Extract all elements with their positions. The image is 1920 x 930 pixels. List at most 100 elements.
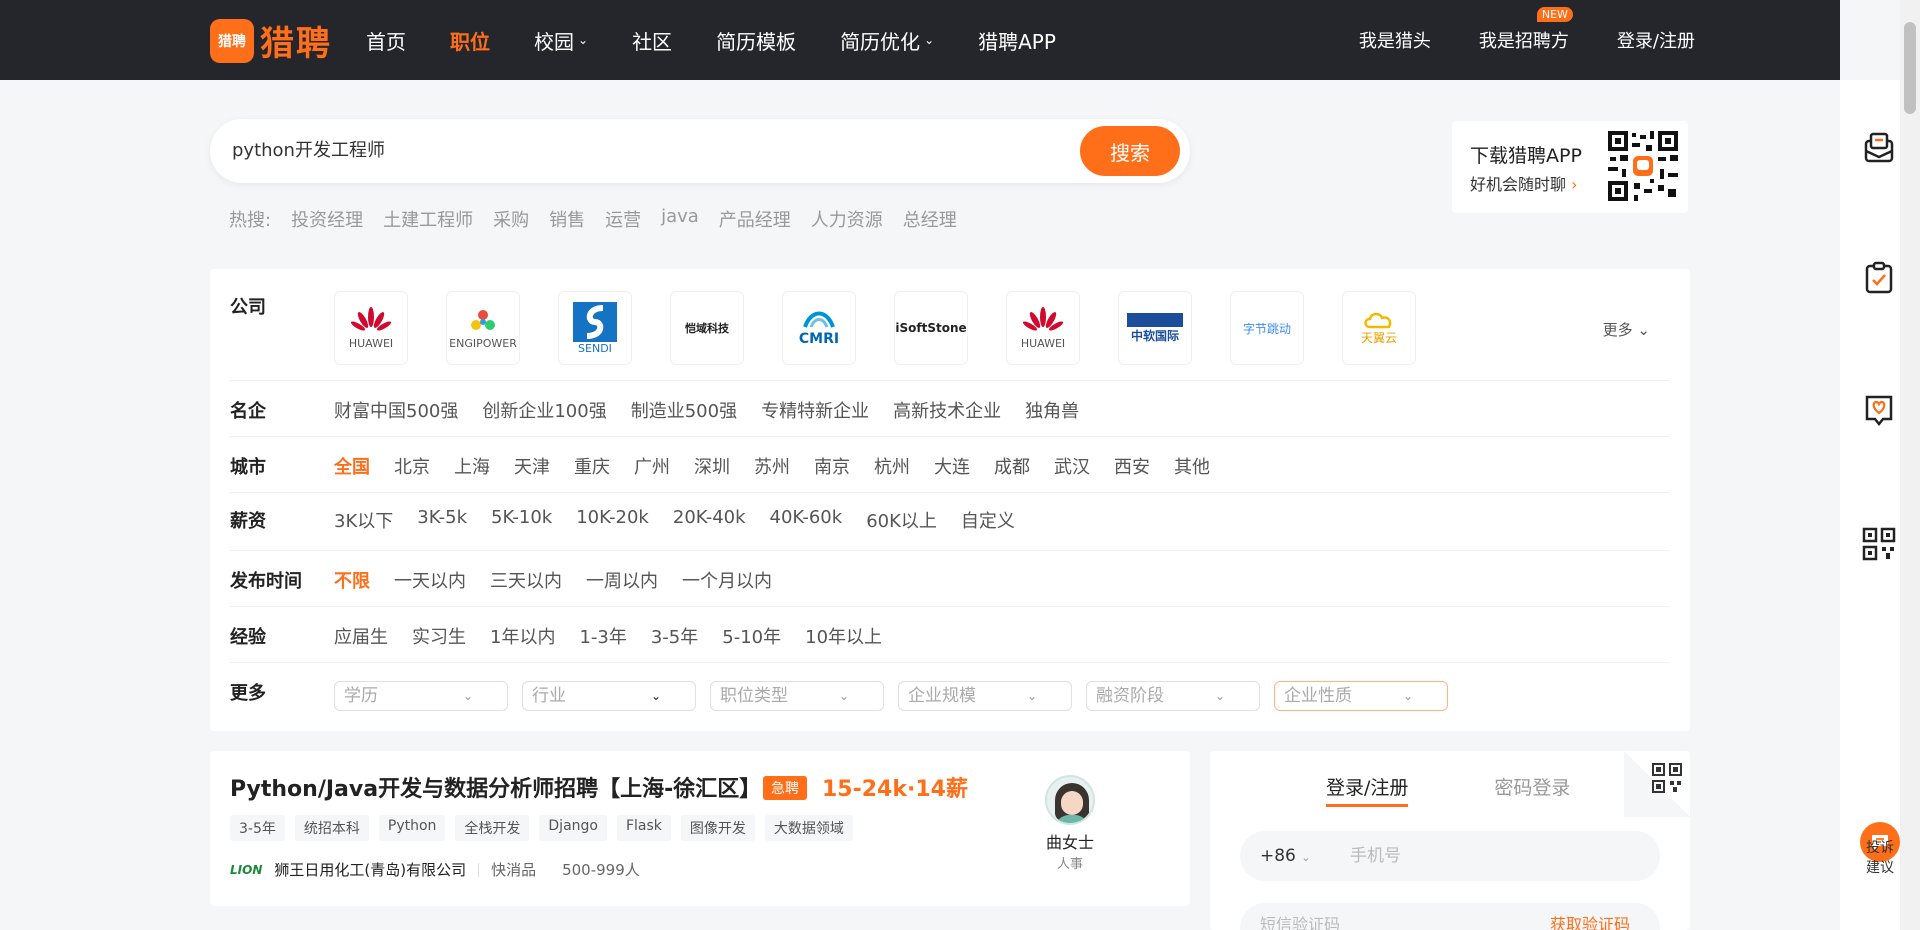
- headhunter-link[interactable]: 我是猎头: [1359, 27, 1431, 53]
- recruiter-info[interactable]: 曲女士 人事: [1030, 775, 1110, 872]
- publish-option[interactable]: 一天以内: [394, 567, 466, 593]
- qr-login-icon[interactable]: [1652, 763, 1682, 793]
- city-option[interactable]: 武汉: [1054, 453, 1090, 479]
- scrollbar-thumb[interactable]: [1904, 22, 1916, 114]
- app-download-card[interactable]: 下载猎聘APP 好机会随时聊 ›: [1452, 121, 1688, 213]
- city-option[interactable]: 大连: [934, 453, 970, 479]
- job-card[interactable]: Python/Java开发与数据分析师招聘【上海-徐汇区】 急聘 15-24k·…: [210, 751, 1190, 906]
- city-option[interactable]: 成都: [994, 453, 1030, 479]
- nav-community[interactable]: 社区: [632, 26, 672, 55]
- nav-app[interactable]: 猎聘APP: [978, 26, 1056, 55]
- qr-code-icon[interactable]: [1861, 526, 1897, 562]
- salary-option[interactable]: 10K-20k: [576, 507, 649, 533]
- city-option[interactable]: 西安: [1114, 453, 1150, 479]
- publish-option[interactable]: 一个月以内: [682, 567, 772, 593]
- education-dropdown[interactable]: 学历 ⌄: [334, 681, 508, 711]
- salary-option[interactable]: 3K-5k: [417, 507, 467, 533]
- company-logo-tianyiyun[interactable]: 天翼云: [1342, 291, 1416, 365]
- city-option[interactable]: 重庆: [574, 453, 610, 479]
- company-logo-sendi[interactable]: SENDI: [558, 291, 632, 365]
- famous-option[interactable]: 独角兽: [1025, 397, 1079, 423]
- company-logo-isoftstone[interactable]: iSoftStone: [894, 291, 968, 365]
- publish-option[interactable]: 三天以内: [490, 567, 562, 593]
- nav-home[interactable]: 首页: [366, 26, 406, 55]
- experience-option[interactable]: 应届生: [334, 623, 388, 649]
- salary-option[interactable]: 5K-10k: [491, 507, 552, 533]
- hot-item[interactable]: 采购: [493, 206, 529, 232]
- publish-option-selected[interactable]: 不限: [334, 567, 370, 593]
- company-more-button[interactable]: 更多 ⌄: [1603, 319, 1650, 340]
- city-option[interactable]: 上海: [454, 453, 490, 479]
- city-option[interactable]: 南京: [814, 453, 850, 479]
- city-option[interactable]: 广州: [634, 453, 670, 479]
- salary-option[interactable]: 40K-60k: [770, 507, 843, 533]
- nav-jobs[interactable]: 职位: [450, 26, 490, 55]
- liepin-logo[interactable]: 猎聘 猎聘: [210, 16, 332, 65]
- salary-option[interactable]: 20K-40k: [673, 507, 746, 533]
- experience-option[interactable]: 5-10年: [722, 623, 781, 649]
- company-logo-huawei-2[interactable]: HUAWEI: [1006, 291, 1080, 365]
- experience-option[interactable]: 1-3年: [579, 623, 626, 649]
- salary-option[interactable]: 3K以下: [334, 507, 393, 533]
- publish-option[interactable]: 一周以内: [586, 567, 658, 593]
- favorite-icon[interactable]: [1861, 392, 1897, 428]
- job-type-dropdown[interactable]: 职位类型 ⌄: [710, 681, 884, 711]
- message-icon[interactable]: [1861, 130, 1897, 166]
- experience-option[interactable]: 1年以内: [490, 623, 555, 649]
- sms-code-field[interactable]: 短信验证码 获取验证码: [1240, 903, 1660, 930]
- company-logo-chinasoft[interactable]: 中软国际: [1118, 291, 1192, 365]
- salary-custom[interactable]: 自定义: [961, 507, 1015, 533]
- company-logo-kaiyu[interactable]: 恺域科技: [670, 291, 744, 365]
- funding-stage-dropdown[interactable]: 融资阶段 ⌄: [1086, 681, 1260, 711]
- hot-item[interactable]: 土建工程师: [383, 206, 473, 232]
- tab-password-login[interactable]: 密码登录: [1494, 773, 1570, 807]
- nav-campus[interactable]: 校园 ⌄: [534, 26, 588, 55]
- famous-option[interactable]: 专精特新企业: [761, 397, 869, 423]
- hot-item[interactable]: 产品经理: [719, 206, 791, 232]
- company-nature-dropdown[interactable]: 企业性质 ⌄: [1274, 681, 1448, 711]
- famous-option[interactable]: 高新技术企业: [893, 397, 1001, 423]
- experience-option[interactable]: 3-5年: [651, 623, 698, 649]
- login-register-link[interactable]: 登录/注册: [1617, 27, 1695, 53]
- nav-resume-optimize[interactable]: 简历优化 ⌄: [840, 26, 934, 55]
- experience-option[interactable]: 实习生: [412, 623, 466, 649]
- hot-item[interactable]: java: [661, 206, 699, 232]
- experience-option[interactable]: 10年以上: [805, 623, 882, 649]
- phone-input[interactable]: 手机号: [1350, 831, 1401, 881]
- company-logo-bytedance[interactable]: 字节跳动: [1230, 291, 1304, 365]
- city-option[interactable]: 北京: [394, 453, 430, 479]
- city-option[interactable]: 其他: [1174, 453, 1210, 479]
- nav-resume-template[interactable]: 简历模板: [716, 26, 796, 55]
- city-option-selected[interactable]: 全国: [334, 453, 370, 479]
- get-code-button[interactable]: 获取验证码: [1550, 903, 1630, 930]
- hot-item[interactable]: 总经理: [903, 206, 957, 232]
- country-code-select[interactable]: +86 ⌄: [1260, 831, 1311, 883]
- company-name[interactable]: 狮王日用化工(青岛)有限公司: [274, 859, 466, 880]
- city-option[interactable]: 苏州: [754, 453, 790, 479]
- city-option[interactable]: 杭州: [874, 453, 910, 479]
- phone-field[interactable]: +86 ⌄ 手机号: [1240, 831, 1660, 881]
- tab-sms-login[interactable]: 登录/注册: [1326, 773, 1409, 807]
- famous-option[interactable]: 制造业500强: [631, 397, 737, 423]
- job-title[interactable]: Python/Java开发与数据分析师招聘【上海-徐汇区】: [230, 771, 761, 803]
- recruiter-link[interactable]: 我是招聘方 NEW: [1479, 7, 1573, 53]
- hot-item[interactable]: 人力资源: [811, 206, 883, 232]
- industry-dropdown[interactable]: 行业 ⌄: [522, 681, 696, 711]
- company-logo-engipower[interactable]: ENGIPOWER: [446, 291, 520, 365]
- clipboard-icon[interactable]: [1861, 260, 1897, 296]
- company-logo-huawei[interactable]: HUAWEI: [334, 291, 408, 365]
- city-option[interactable]: 深圳: [694, 453, 730, 479]
- search-button[interactable]: 搜索: [1080, 126, 1180, 176]
- company-logo-cmri[interactable]: CMRI: [782, 291, 856, 365]
- hot-item[interactable]: 销售: [549, 206, 585, 232]
- page-scrollbar[interactable]: [1900, 0, 1920, 930]
- hot-item[interactable]: 运营: [605, 206, 641, 232]
- company-size-dropdown[interactable]: 企业规模 ⌄: [898, 681, 1072, 711]
- sms-code-input[interactable]: 短信验证码: [1260, 903, 1340, 930]
- hot-item[interactable]: 投资经理: [291, 206, 363, 232]
- city-option[interactable]: 天津: [514, 453, 550, 479]
- famous-option[interactable]: 财富中国500强: [334, 397, 458, 423]
- search-input[interactable]: [232, 119, 1032, 183]
- famous-option[interactable]: 创新企业100强: [482, 397, 606, 423]
- salary-option[interactable]: 60K以上: [866, 507, 937, 533]
